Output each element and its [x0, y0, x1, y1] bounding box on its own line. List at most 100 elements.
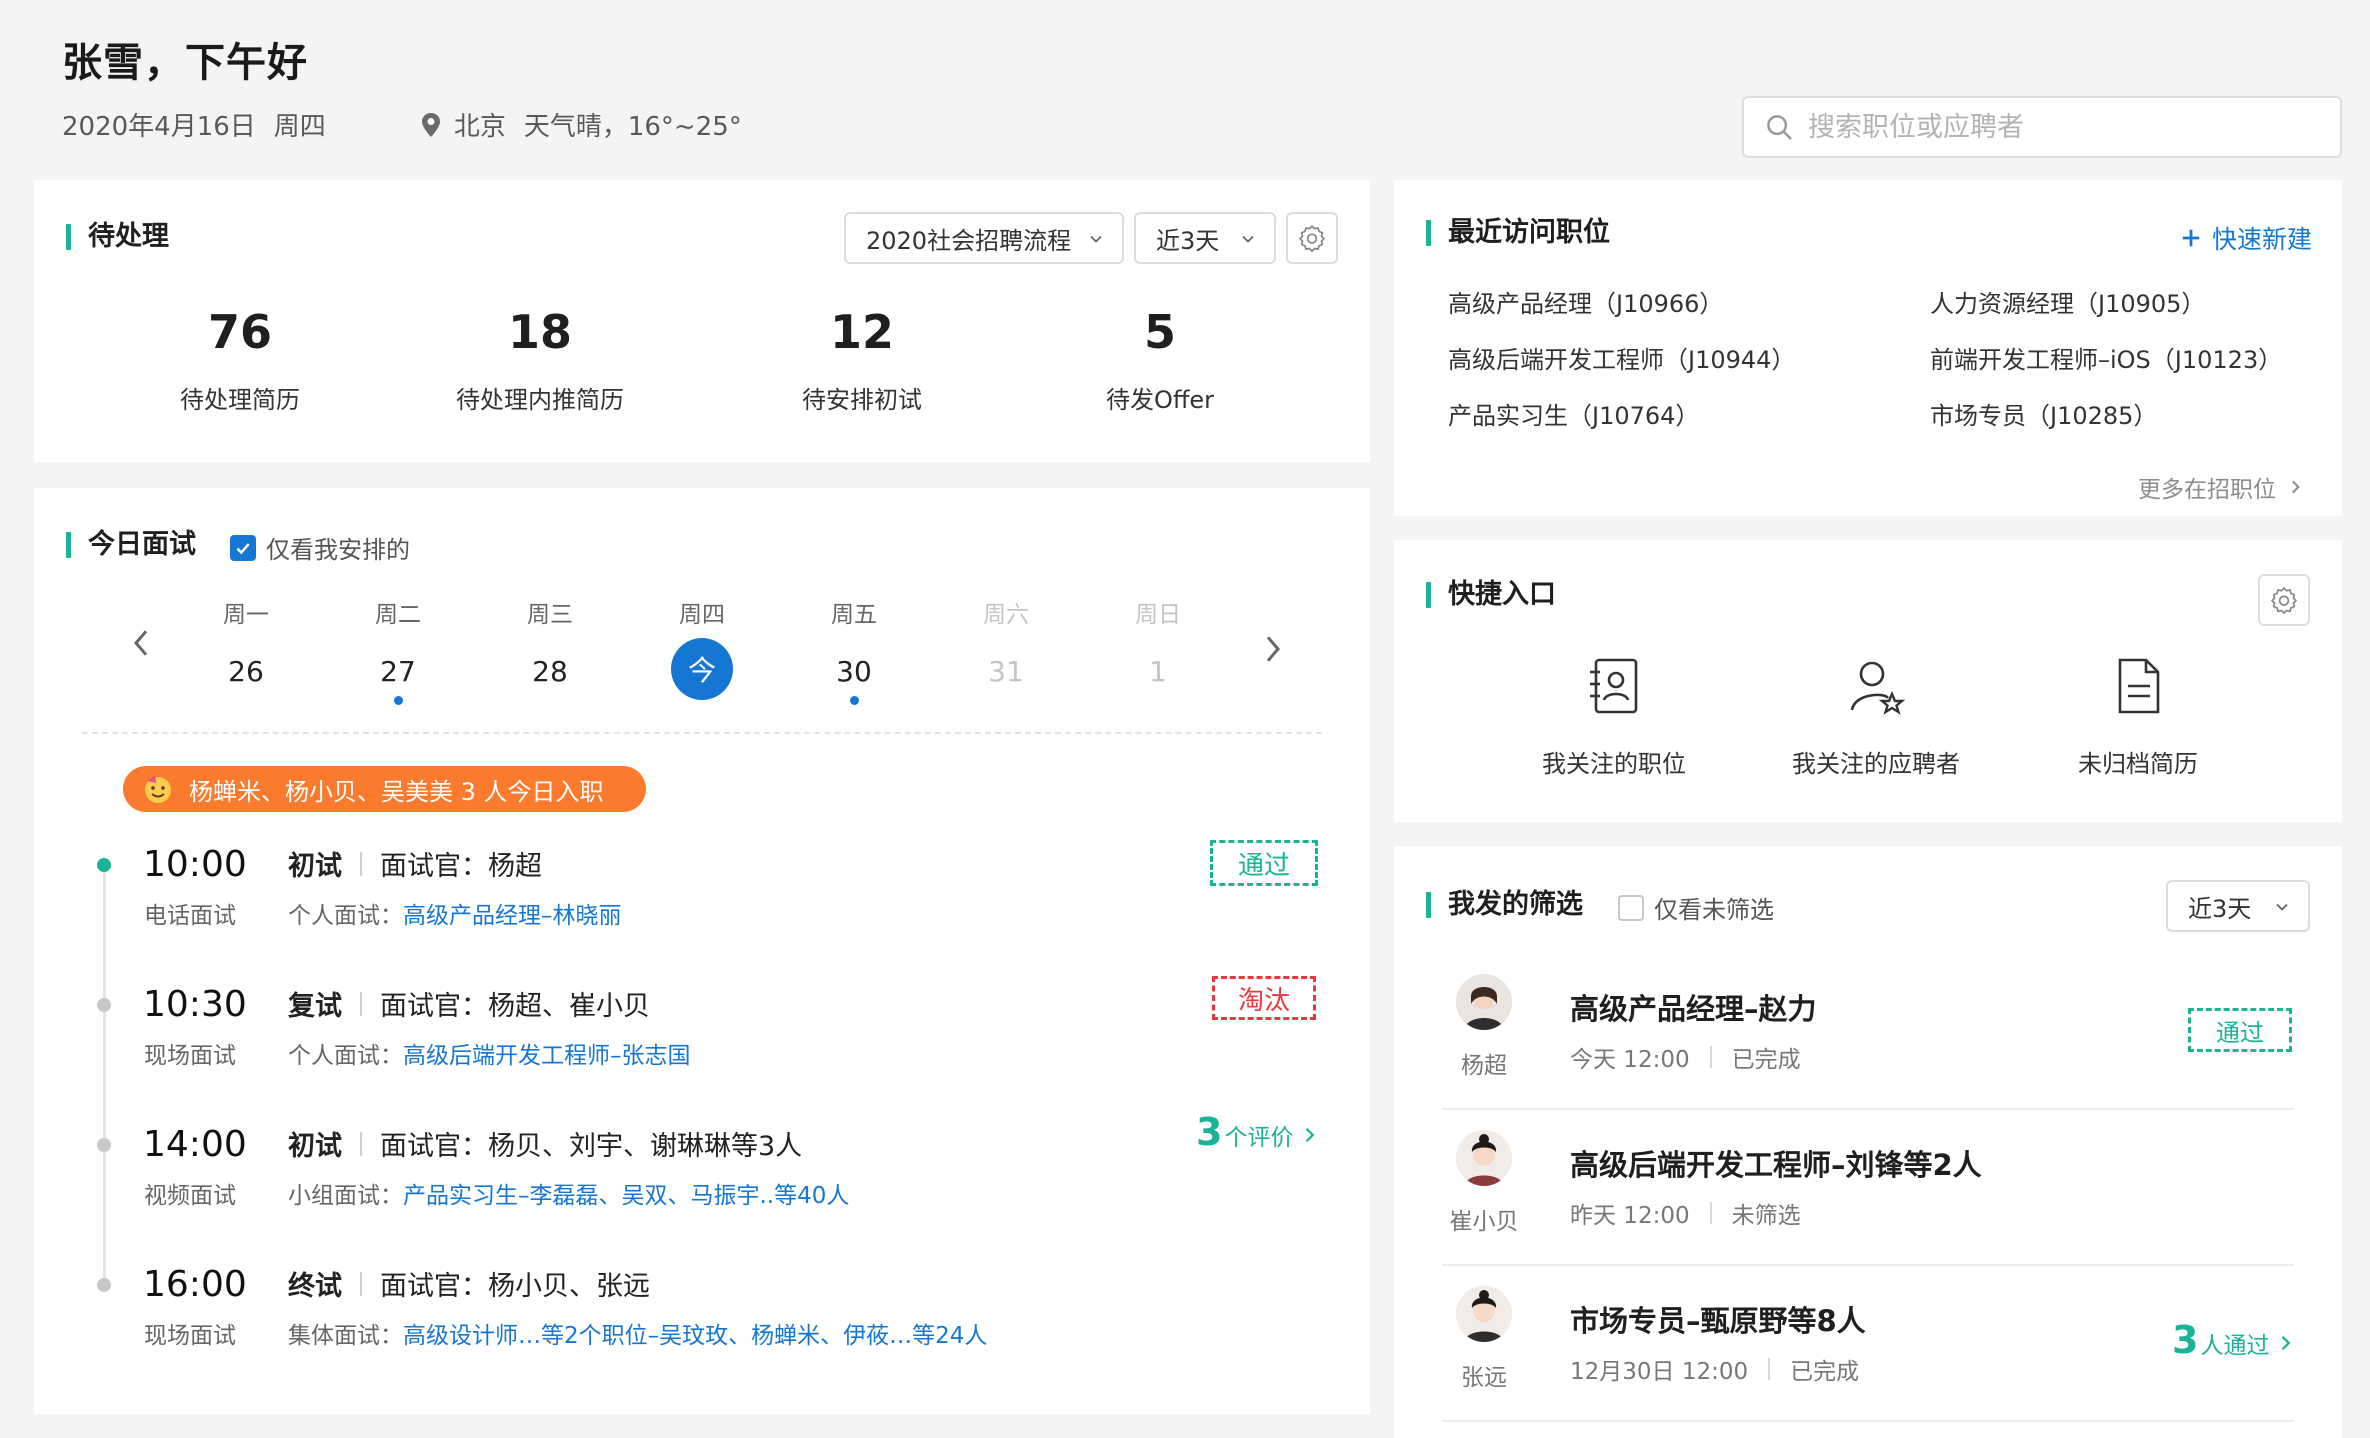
- candidate-link[interactable]: 高级产品经理–林晓丽: [403, 903, 622, 929]
- day-number: 26: [228, 655, 264, 688]
- pending-settings-button[interactable]: [1286, 212, 1338, 264]
- timeline-line: [103, 866, 106, 1286]
- interview-round: 初试: [288, 1131, 342, 1162]
- passed-count-link[interactable]: 3 人通过: [2172, 1318, 2293, 1362]
- checkbox-checked[interactable]: [230, 534, 256, 561]
- screening-range-select[interactable]: 近3天: [2166, 880, 2310, 932]
- weather-text: 天气晴，16°~25°: [523, 112, 742, 142]
- passed-count: 3: [2172, 1318, 2199, 1362]
- search-icon: [1767, 115, 1792, 140]
- chevron-right-icon: [1306, 1127, 1315, 1143]
- process-select-value: 2020社会招聘流程: [866, 226, 1072, 255]
- interviewers: 面试官：杨贝、刘宇、谢琳琳等3人: [380, 1131, 803, 1162]
- quick-entry-followed-candidates[interactable]: 我关注的应聘者: [1766, 654, 1986, 779]
- screening-item[interactable]: 崔小贝 高级后端开发工程师–刘锋等2人 昨天 12:00 未筛选: [1442, 1110, 2294, 1266]
- next-week-arrow-icon[interactable]: [1262, 634, 1284, 664]
- screening-time: 12月30日 12:00: [1570, 1359, 1749, 1385]
- screener-name: 杨超: [1461, 1053, 1507, 1079]
- timeline-dot: [97, 1138, 111, 1152]
- candidate-link[interactable]: 产品实习生–李磊磊、吴双、马振宇..等40人: [403, 1183, 849, 1209]
- screener-name: 崔小贝: [1449, 1209, 1519, 1235]
- day-sun[interactable]: 周日 1: [1108, 600, 1208, 690]
- evaluations-link[interactable]: 3 个评价: [1196, 1110, 1317, 1154]
- day-mon[interactable]: 周一 26: [196, 600, 296, 690]
- recent-job-link[interactable]: 前端开发工程师–iOS（J10123）: [1930, 340, 2282, 375]
- checkbox-unchecked[interactable]: [1618, 894, 1644, 921]
- stat-value: 12: [829, 305, 894, 359]
- day-number: 28: [532, 655, 568, 688]
- screening-item[interactable]: 张远 市场专员–甄原野等8人 12月30日 12:00 已完成 3 人通过: [1442, 1266, 2294, 1422]
- recent-job-link[interactable]: 高级产品经理（J10966）: [1448, 284, 1723, 319]
- only-unscreened-checkbox[interactable]: 仅看未筛选: [1618, 890, 1774, 925]
- process-select[interactable]: 2020社会招聘流程: [844, 212, 1124, 264]
- more-jobs-label: 更多在招职位: [2138, 477, 2276, 503]
- recent-job-link[interactable]: 市场专员（J10285）: [1930, 396, 2157, 431]
- day-number: 30: [836, 655, 872, 688]
- interviewers: 面试官：杨超、崔小贝: [380, 991, 650, 1022]
- search-input[interactable]: [1808, 111, 2308, 143]
- day-sat[interactable]: 周六 31: [956, 600, 1056, 690]
- onboarding-banner[interactable]: 杨蝉米、杨小贝、吴美美 3 人今日入职: [123, 766, 646, 812]
- interview-time: 10:30: [143, 984, 247, 1025]
- day-number: 31: [988, 655, 1024, 688]
- day-tue[interactable]: 周二 27: [348, 600, 448, 705]
- quick-entry-title: 快捷入口: [1426, 578, 1556, 612]
- followed-jobs-icon: [1590, 658, 1638, 714]
- document-icon: [2118, 658, 2160, 714]
- screening-item[interactable]: 杨超 高级产品经理–赵力 今天 12:00 已完成 通过: [1442, 954, 2294, 1110]
- evaluation-count: 3: [1196, 1110, 1223, 1154]
- recent-job-link[interactable]: 高级后端开发工程师（J10944）: [1448, 340, 1795, 375]
- recent-job-link[interactable]: 人力资源经理（J10905）: [1930, 284, 2205, 319]
- candidate-link[interactable]: 高级后端开发工程师–张志国: [403, 1043, 691, 1069]
- avatar: [1456, 1286, 1512, 1342]
- quick-entry-unarchived-resumes[interactable]: 未归档简历: [2028, 654, 2248, 779]
- prev-week-arrow-icon[interactable]: [130, 628, 152, 658]
- location-pin-icon: [421, 112, 440, 137]
- only-mine-checkbox[interactable]: 仅看我安排的: [230, 530, 410, 565]
- pending-card: 待处理 2020社会招聘流程 近3天 76 待处理简历 18 待处理内推简历 1…: [34, 180, 1370, 462]
- interview-detail: 小组面试：产品实习生–李磊磊、吴双、马振宇..等40人: [288, 1176, 849, 1210]
- recent-job-link[interactable]: 产品实习生（J10764）: [1448, 396, 1699, 431]
- followed-candidates-icon: [1850, 661, 1906, 715]
- quick-entry-followed-jobs[interactable]: 我关注的职位: [1504, 654, 1724, 779]
- day-wed[interactable]: 周三 28: [500, 600, 600, 690]
- only-mine-label: 仅看我安排的: [266, 536, 410, 564]
- interview-mode: 视频面试: [144, 1183, 236, 1209]
- stat-pending-offer[interactable]: 5 待发Offer: [1030, 304, 1290, 415]
- range-select[interactable]: 近3天: [1134, 212, 1276, 264]
- timeline-dot: [97, 998, 111, 1012]
- candidate-link[interactable]: 高级设计师…等2个职位–吴玟玫、杨蝉米、伊莜…等24人: [403, 1323, 987, 1349]
- gear-icon: [1298, 224, 1326, 253]
- interviewers: 面试官：杨小贝、张远: [380, 1271, 650, 1302]
- only-unscreened-label: 仅看未筛选: [1654, 896, 1774, 924]
- screening-state: 已完成: [1790, 1359, 1860, 1385]
- interview-round: 终试: [288, 1271, 342, 1302]
- more-jobs-link[interactable]: 更多在招职位: [2138, 470, 2302, 504]
- chevron-down-icon: [1090, 235, 1102, 243]
- stat-pending-first-interview[interactable]: 12 待安排初试: [732, 304, 992, 415]
- day-thu-today[interactable]: 周四: [652, 600, 752, 630]
- interview-mode: 电话面试: [144, 903, 236, 929]
- stat-label: 待安排初试: [802, 386, 922, 414]
- day-fri[interactable]: 周五 30: [804, 600, 904, 705]
- has-interview-dot: [849, 696, 859, 705]
- plus-icon: [2182, 229, 2200, 247]
- screening-title: 我发的筛选: [1426, 888, 1583, 922]
- weekday-label: 周二: [375, 602, 421, 628]
- interview-time: 14:00: [143, 1124, 247, 1165]
- stat-pending-resumes[interactable]: 76 待处理简历: [110, 304, 370, 415]
- stat-pending-referrals[interactable]: 18 待处理内推简历: [410, 304, 670, 415]
- stat-label: 待发Offer: [1105, 386, 1215, 414]
- chevron-right-icon: [2282, 1335, 2291, 1351]
- stat-label: 待处理简历: [180, 386, 300, 414]
- today-marker[interactable]: 今: [671, 638, 733, 700]
- recent-jobs-card: 最近访问职位 快速新建 高级产品经理（J10966） 人力资源经理（J10905…: [1394, 180, 2342, 516]
- search-box[interactable]: [1742, 96, 2342, 158]
- day-number: 1: [1149, 655, 1167, 688]
- stat-value: 5: [1143, 305, 1176, 359]
- pending-title: 待处理: [66, 220, 169, 254]
- interview-info: 初试 面试官：杨超: [288, 844, 542, 883]
- quick-entry-settings-button[interactable]: [2258, 574, 2310, 626]
- quick-new-button[interactable]: 快速新建: [2180, 220, 2312, 256]
- screening-title-text: 高级产品经理–赵力: [1570, 992, 1817, 1026]
